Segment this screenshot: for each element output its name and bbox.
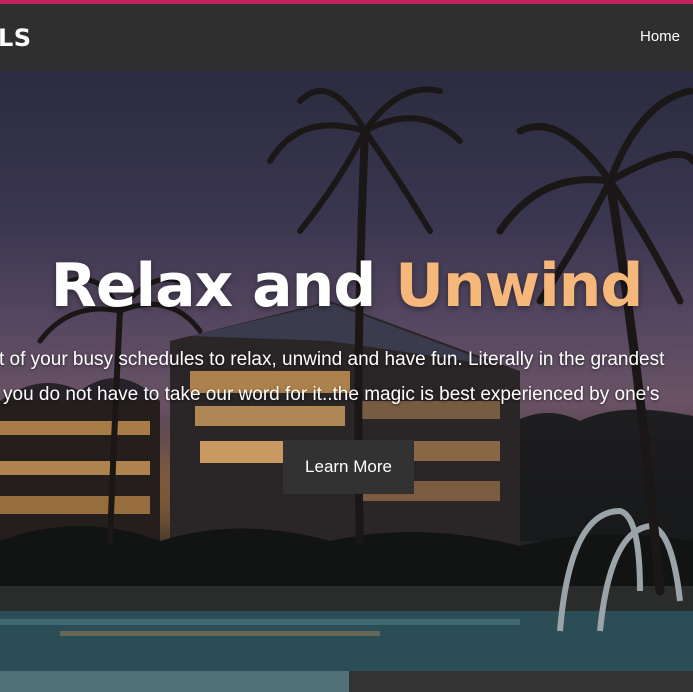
hero-title-accent: Unwind xyxy=(395,251,643,321)
hero-section: Relax and Unwind t of your busy schedule… xyxy=(0,71,693,671)
hero-description-line-2: you do not have to take our word for it.… xyxy=(3,384,660,405)
hero-background-image xyxy=(0,86,693,671)
brand-logo[interactable]: LS xyxy=(0,24,32,52)
hero-title-white: Relax and xyxy=(50,251,396,321)
learn-more-button[interactable]: Learn More xyxy=(283,440,414,494)
navbar: LS Home xyxy=(0,4,693,71)
bottom-strip-right xyxy=(349,671,693,692)
bottom-strip-left xyxy=(0,671,349,692)
hero-title: Relax and Unwind xyxy=(0,251,693,321)
nav-link-home[interactable]: Home xyxy=(640,28,680,45)
hero-description-line-1: t of your busy schedules to relax, unwin… xyxy=(0,349,665,370)
